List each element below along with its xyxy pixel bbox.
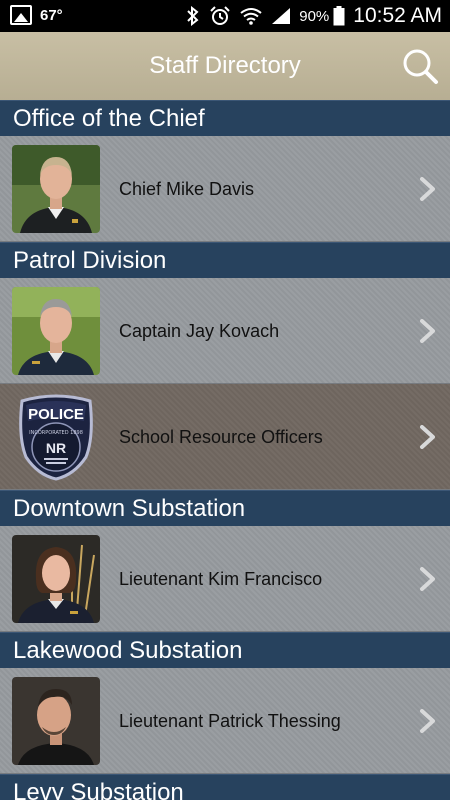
- chevron-right-icon: [420, 319, 435, 343]
- list-item[interactable]: Lieutenant Kim Francisco: [0, 526, 450, 632]
- staff-name: Lieutenant Patrick Thessing: [119, 711, 341, 731]
- badge-monogram: NR: [46, 440, 66, 456]
- bluetooth-icon: [186, 6, 200, 26]
- clock: 10:52 AM: [353, 4, 442, 27]
- wifi-icon: [240, 7, 262, 25]
- chevron-right-icon: [420, 177, 435, 201]
- section-header-office-of-the-chief: Office of the Chief: [0, 100, 450, 136]
- section-header-downtown-substation: Downtown Substation: [0, 490, 450, 526]
- list-item[interactable]: Captain Jay Kovach: [0, 278, 450, 384]
- search-icon: [403, 49, 438, 84]
- gallery-icon: [10, 5, 32, 25]
- alarm-icon: [209, 6, 231, 26]
- battery-icon: [333, 6, 345, 26]
- section-header-lakewood-substation: Lakewood Substation: [0, 632, 450, 668]
- list-item[interactable]: Lieutenant Patrick Thessing: [0, 668, 450, 774]
- page-title: Staff Directory: [149, 52, 301, 79]
- battery-percent: 90%: [299, 7, 330, 25]
- avatar: [12, 145, 100, 233]
- avatar: [12, 677, 100, 765]
- status-bar: 67° 90% 10:52 AM: [0, 0, 450, 32]
- chevron-right-icon: [420, 567, 435, 591]
- staff-name: School Resource Officers: [119, 427, 323, 447]
- app-bar: Staff Directory: [0, 32, 450, 100]
- section-header-levy-substation: Levy Substation: [0, 774, 450, 800]
- list-item[interactable]: Chief Mike Davis: [0, 136, 450, 242]
- section-header-patrol-division: Patrol Division: [0, 242, 450, 278]
- staff-name: Lieutenant Kim Francisco: [119, 569, 323, 589]
- search-button[interactable]: [400, 46, 440, 86]
- avatar: [12, 535, 100, 623]
- temperature-readout: 67°: [40, 6, 63, 24]
- police-badge-logo: POLICE INCORPORATED 1898 NR: [12, 393, 100, 481]
- staff-name: Chief Mike Davis: [119, 179, 255, 199]
- chevron-right-icon: [420, 709, 435, 733]
- chevron-right-icon: [420, 425, 435, 449]
- badge-top-text: POLICE: [28, 406, 84, 423]
- staff-list[interactable]: Office of the Chief Chief Mike Davis Pat…: [0, 100, 450, 800]
- signal-icon: [271, 7, 291, 25]
- avatar: [12, 287, 100, 375]
- badge-ring-text: INCORPORATED 1898: [29, 430, 83, 436]
- list-item[interactable]: POLICE INCORPORATED 1898 NR School Resou…: [0, 384, 450, 490]
- staff-name: Captain Jay Kovach: [119, 321, 280, 341]
